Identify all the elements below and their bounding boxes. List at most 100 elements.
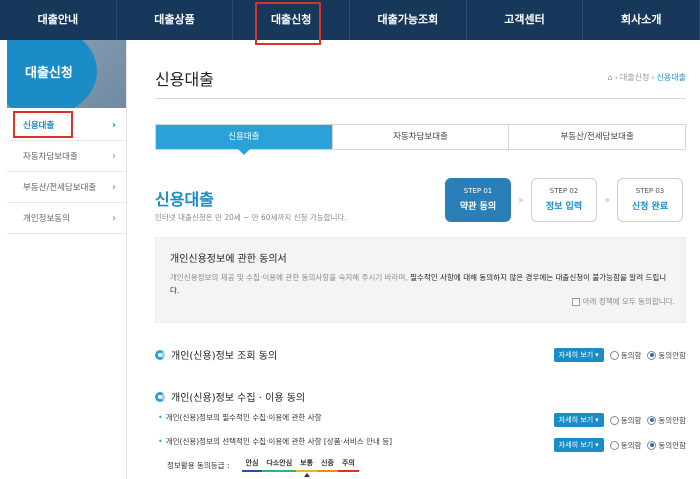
inquiry-consent-controls: 자세히 보기 ▾ 동의함 동의안함	[553, 348, 686, 362]
sidebar-item-property-loan[interactable]: 부동산/전세담보대출 ›	[7, 172, 126, 203]
collect-consent-heading: 개인(신용)정보 수집 · 이용 동의	[155, 389, 305, 404]
radio-circle[interactable]	[609, 440, 619, 450]
grade-level: 주의	[337, 458, 359, 472]
consent-notice-text: 개인신용정보의 제공 및 수집·이용에 관한 동의사항을 숙지해 주시기 바라며…	[170, 271, 675, 297]
disagree-radio[interactable]: 동의안함	[647, 440, 686, 451]
view-detail-button[interactable]: 자세히 보기 ▾	[553, 438, 604, 452]
step-2: STEP 02 정보 입력	[531, 178, 597, 222]
nav-loan-guide[interactable]: 대출안내	[0, 0, 117, 40]
agree-radio[interactable]: 동의함	[609, 350, 642, 361]
caret-down-icon: ▾	[595, 441, 599, 449]
sidebar-item-car-loan[interactable]: 자동차담보대출 ›	[7, 141, 126, 172]
grade-level: 안심	[241, 458, 263, 472]
tab-car-loan[interactable]: 자동차담보대출	[332, 125, 510, 149]
consent-notice-title: 개인신용정보에 관한 동의서	[170, 254, 287, 265]
step-1: STEP 01 약관 동의	[445, 178, 511, 222]
collect-optional-controls: 자세히 보기 ▾ 동의함 동의안함	[553, 438, 686, 452]
top-navigation: 대출안내 대출상품 대출신청 대출가능조회 고객센터 회사소개	[0, 0, 700, 45]
step-number: STEP 02	[549, 187, 579, 195]
breadcrumb-current: 신용대출	[656, 73, 686, 82]
step-name: 약관 동의	[459, 202, 497, 212]
sidebar-item-credit-loan[interactable]: 신용대출 ›	[7, 110, 126, 141]
section-title: 신용대출	[155, 190, 214, 209]
sidebar-item-label: 개인정보동의	[23, 214, 70, 224]
chevron-right-icon: ›	[112, 212, 116, 224]
double-chevron-icon: »	[517, 194, 525, 206]
breadcrumb-item[interactable]: 대출신청	[620, 72, 649, 83]
collect-required-label: 개인(신용)정보의 필수적인 수집·이용에 관한 사항	[165, 413, 322, 422]
page-title: 신용대출	[155, 70, 214, 89]
section-description: 인터넷 대출신청은 만 20세 ~ 만 60세까지 신청 가능합니다.	[155, 213, 347, 222]
sidebar-item-privacy-consent[interactable]: 개인정보동의 ›	[7, 203, 126, 234]
consent-grade-label: 정보활용 동의등급 :	[167, 460, 230, 470]
radio-circle-selected[interactable]	[647, 440, 657, 450]
collect-consent-title: 개인(신용)정보 수집 · 이용 동의	[171, 393, 306, 404]
home-icon[interactable]: ⌂	[608, 73, 613, 82]
view-detail-button[interactable]: 자세히 보기 ▾	[553, 348, 604, 362]
bullet-dot-icon: •	[158, 413, 163, 422]
grade-level-current-label: 보통	[300, 459, 314, 467]
title-divider	[155, 98, 686, 99]
disagree-label: 동의안함	[658, 350, 686, 360]
sidebar-banner: 대출신청	[7, 40, 126, 108]
collect-optional-label: 개인(신용)정보의 선택적인 수집·이용에 관한 사항 [상품·서비스 안내 등…	[165, 437, 393, 446]
caret-down-icon: ▾	[595, 416, 599, 424]
collect-required-row: • 개인(신용)정보의 필수적인 수집·이용에 관한 사항	[158, 412, 322, 423]
active-sidebar-highlight	[13, 111, 73, 138]
grade-level: 신중	[317, 458, 338, 472]
agree-all-checkbox[interactable]: 아래 정책에 모두 동의합니다.	[571, 296, 675, 307]
chevron-right-icon: ›	[112, 150, 116, 162]
radio-circle[interactable]	[609, 415, 619, 425]
collect-required-controls: 자세히 보기 ▾ 동의함 동의안함	[553, 413, 686, 427]
triangle-marker-icon	[303, 473, 310, 477]
sidebar-banner-title: 대출신청	[25, 66, 73, 81]
double-chevron-icon: »	[603, 194, 611, 206]
step-number: STEP 03	[635, 187, 665, 195]
view-detail-label: 자세히 보기	[558, 441, 594, 449]
view-detail-label: 자세히 보기	[558, 416, 594, 424]
step-name: 정보 입력	[545, 202, 583, 212]
radio-circle-selected[interactable]	[647, 350, 657, 360]
agree-label: 동의함	[620, 440, 642, 450]
consent-grade: 정보활용 동의등급 : 안심 다소안심 보통 신중 주의	[167, 458, 359, 477]
radio-circle[interactable]	[609, 350, 619, 360]
nav-loan-eligibility[interactable]: 대출가능조회	[350, 0, 467, 40]
ring-bullet-icon	[155, 391, 165, 402]
checkbox-box[interactable]	[571, 297, 580, 306]
tab-property-loan[interactable]: 부동산/전세담보대출	[509, 125, 686, 149]
view-detail-label: 자세히 보기	[558, 351, 594, 359]
agree-radio[interactable]: 동의함	[609, 440, 642, 451]
chevron-right-icon: ›	[111, 119, 116, 131]
inquiry-consent-heading: 개인(신용)정보 조회 동의	[155, 347, 277, 362]
nav-customer-center[interactable]: 고객센터	[467, 0, 584, 40]
disagree-radio[interactable]: 동의안함	[647, 415, 686, 426]
agree-label: 동의함	[620, 350, 642, 360]
step-name: 신청 완료	[631, 202, 669, 212]
loan-tabs: 신용대출 자동차담보대출 부동산/전세담보대출	[155, 124, 686, 155]
main-content: 신용대출 ⌂ › 대출신청 › 신용대출 신용대출 자동차담보대출 부동산/전세…	[127, 40, 700, 479]
step-number: STEP 01	[463, 187, 493, 195]
caret-down-icon: ▾	[595, 351, 599, 359]
inquiry-consent-title: 개인(신용)정보 조회 동의	[171, 351, 278, 362]
nav-company-info[interactable]: 회사소개	[583, 0, 700, 40]
step-3: STEP 03 신청 완료	[617, 178, 683, 222]
agree-radio[interactable]: 동의함	[609, 415, 641, 426]
sidebar-item-label: 자동차담보대출	[23, 152, 78, 162]
breadcrumb-separator: ›	[651, 73, 655, 82]
consent-notice-text-part1: 개인신용정보의 제공 및 수집·이용에 관한 동의사항을 숙지해 주시기 바라며…	[170, 273, 411, 282]
view-detail-button[interactable]: 자세히 보기 ▾	[553, 413, 604, 427]
breadcrumb-separator: ›	[614, 73, 618, 82]
tab-credit-loan[interactable]: 신용대출	[156, 125, 333, 155]
radio-circle-selected[interactable]	[647, 415, 657, 425]
ring-bullet-icon	[155, 349, 165, 360]
breadcrumb: ⌂ › 대출신청 › 신용대출	[608, 72, 686, 83]
disagree-label: 동의안함	[658, 440, 686, 450]
disagree-radio[interactable]: 동의안함	[647, 350, 686, 361]
step-indicator: STEP 01 약관 동의 » STEP 02 정보 입력 » STEP 03 …	[445, 178, 683, 222]
nav-loan-products[interactable]: 대출상품	[117, 0, 234, 40]
agree-all-label: 아래 정책에 모두 동의합니다.	[582, 297, 675, 306]
bullet-dot-icon: •	[158, 437, 163, 446]
grade-level-current: 보통	[296, 458, 318, 477]
collect-optional-row: • 개인(신용)정보의 선택적인 수집·이용에 관한 사항 [상품·서비스 안내…	[158, 436, 392, 447]
sidebar-item-label: 부동산/전세담보대출	[23, 183, 97, 193]
